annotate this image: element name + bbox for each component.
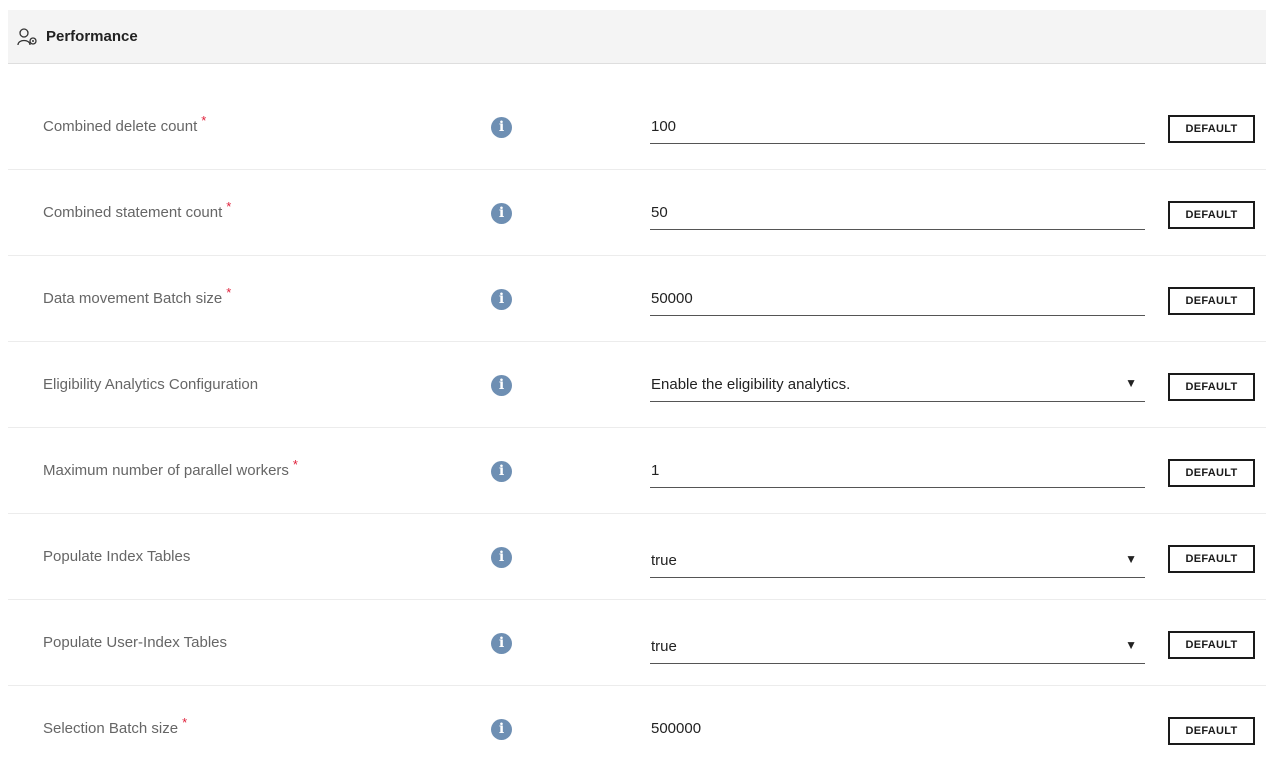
section-title: Performance <box>46 28 138 45</box>
data-movement-batch-size-input[interactable]: 50000 <box>650 282 1145 316</box>
field-value: true <box>651 552 677 569</box>
default-button[interactable]: DEFAULT <box>1168 459 1255 487</box>
setting-label: Selection Batch size * <box>43 715 188 737</box>
field-value: 500000 <box>651 720 702 737</box>
info-icon[interactable]: i <box>491 117 512 138</box>
info-icon[interactable]: i <box>491 289 512 310</box>
default-button[interactable]: DEFAULT <box>1168 545 1255 573</box>
setting-label: Combined delete count * <box>43 113 207 135</box>
required-marker: * <box>226 199 232 214</box>
field-value: Enable the eligibility analytics. <box>651 376 851 393</box>
setting-row-selection-batch-size: Selection Batch size * i 500000 DEFAULT <box>8 686 1266 772</box>
setting-row-populate-index-tables: Populate Index Tables i true ▼ DEFAULT <box>8 514 1266 600</box>
dropdown-arrow-icon[interactable]: ▼ <box>1125 638 1137 652</box>
user-settings-icon <box>17 28 37 46</box>
info-icon[interactable]: i <box>491 375 512 396</box>
dropdown-arrow-icon[interactable]: ▼ <box>1125 376 1137 390</box>
required-marker: * <box>182 715 188 730</box>
required-marker: * <box>201 113 207 128</box>
populate-user-index-tables-select[interactable]: true ▼ <box>650 630 1145 664</box>
default-button[interactable]: DEFAULT <box>1168 631 1255 659</box>
info-icon[interactable]: i <box>491 547 512 568</box>
info-icon[interactable]: i <box>491 203 512 224</box>
combined-delete-count-input[interactable]: 100 <box>650 110 1145 144</box>
info-icon[interactable]: i <box>491 719 512 740</box>
setting-row-combined-statement-count: Combined statement count * i 50 DEFAULT <box>8 170 1266 256</box>
default-button[interactable]: DEFAULT <box>1168 373 1255 401</box>
field-value: 50000 <box>651 290 693 307</box>
default-button[interactable]: DEFAULT <box>1168 287 1255 315</box>
max-parallel-workers-input[interactable]: 1 <box>650 454 1145 488</box>
field-value: true <box>651 638 677 655</box>
field-value: 50 <box>651 204 668 221</box>
setting-row-max-parallel-workers: Maximum number of parallel workers * i 1 … <box>8 428 1266 514</box>
eligibility-analytics-select[interactable]: Enable the eligibility analytics. ▼ <box>650 368 1145 402</box>
dropdown-arrow-icon[interactable]: ▼ <box>1125 552 1137 566</box>
default-button[interactable]: DEFAULT <box>1168 201 1255 229</box>
field-value: 1 <box>651 462 660 479</box>
setting-label: Maximum number of parallel workers * <box>43 457 298 479</box>
section-header: Performance <box>8 10 1266 64</box>
required-marker: * <box>292 457 298 472</box>
default-button[interactable]: DEFAULT <box>1168 717 1255 745</box>
setting-row-data-movement-batch-size: Data movement Batch size * i 50000 DEFAUL… <box>8 256 1266 342</box>
setting-label: Populate Index Tables <box>43 548 191 565</box>
setting-label: Eligibility Analytics Configuration <box>43 376 259 393</box>
setting-label: Populate User-Index Tables <box>43 634 227 651</box>
setting-label: Data movement Batch size * <box>43 285 232 307</box>
selection-batch-size-input[interactable]: 500000 <box>650 712 1145 746</box>
setting-row-populate-user-index-tables: Populate User-Index Tables i true ▼ DEFA… <box>8 600 1266 686</box>
setting-row-combined-delete-count: Combined delete count * i 100 DEFAULT <box>8 84 1266 170</box>
required-marker: * <box>226 285 232 300</box>
default-button[interactable]: DEFAULT <box>1168 115 1255 143</box>
field-value: 100 <box>651 118 677 135</box>
populate-index-tables-select[interactable]: true ▼ <box>650 544 1145 578</box>
info-icon[interactable]: i <box>491 633 512 654</box>
setting-row-eligibility-analytics: Eligibility Analytics Configuration i En… <box>8 342 1266 428</box>
setting-label: Combined statement count * <box>43 199 232 221</box>
info-icon[interactable]: i <box>491 461 512 482</box>
combined-statement-count-input[interactable]: 50 <box>650 196 1145 230</box>
